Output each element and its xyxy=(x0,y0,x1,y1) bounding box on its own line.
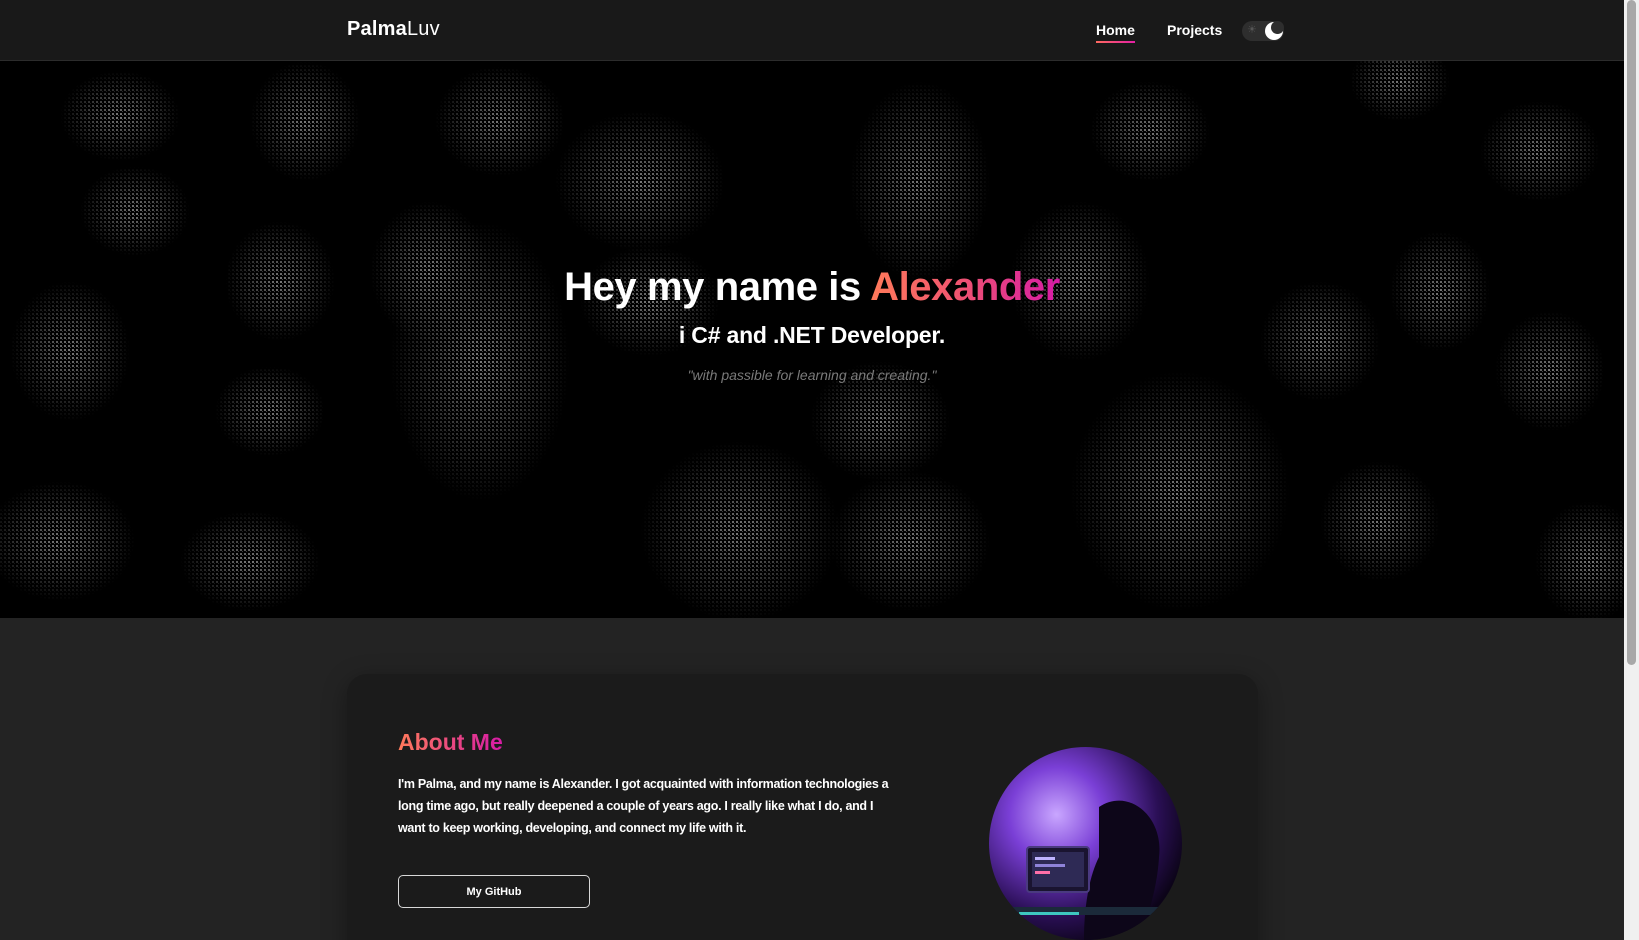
about-title: About Me xyxy=(398,729,503,755)
github-button[interactable]: My GitHub xyxy=(398,875,590,908)
avatar-photo xyxy=(989,747,1182,940)
about-text: I'm Palma, and my name is Alexander. I g… xyxy=(398,777,889,835)
hero-title-prefix: Hey my name is xyxy=(564,265,871,309)
hero-section: Hey my name is Alexander i C# and .NET D… xyxy=(0,61,1624,618)
hero-quote: "with passible for learning and creating… xyxy=(687,367,937,383)
top-navbar: PalmaLuv Home Projects ☀ xyxy=(0,0,1624,61)
page-scrollbar[interactable] xyxy=(1624,0,1639,940)
theme-toggle[interactable]: ☀ xyxy=(1242,21,1284,41)
scrollbar-thumb[interactable] xyxy=(1627,0,1636,665)
brand-bold-text: Palma xyxy=(347,18,407,40)
nav-link-projects[interactable]: Projects xyxy=(1167,22,1222,38)
hero-title: Hey my name is Alexander xyxy=(0,265,1624,310)
brand-logo[interactable]: PalmaLuv xyxy=(347,18,440,41)
brand-light-text: Luv xyxy=(406,18,440,40)
about-card: About Me I'm Palma, and my name is Alexa… xyxy=(347,674,1258,940)
moon-icon xyxy=(1265,21,1284,40)
nav-link-home[interactable]: Home xyxy=(1096,22,1135,43)
avatar xyxy=(989,747,1182,940)
hero-subtitle: i C# and .NET Developer. xyxy=(678,322,946,348)
sun-icon: ☀ xyxy=(1247,24,1257,36)
hero-title-name: Alexander xyxy=(870,265,1060,309)
